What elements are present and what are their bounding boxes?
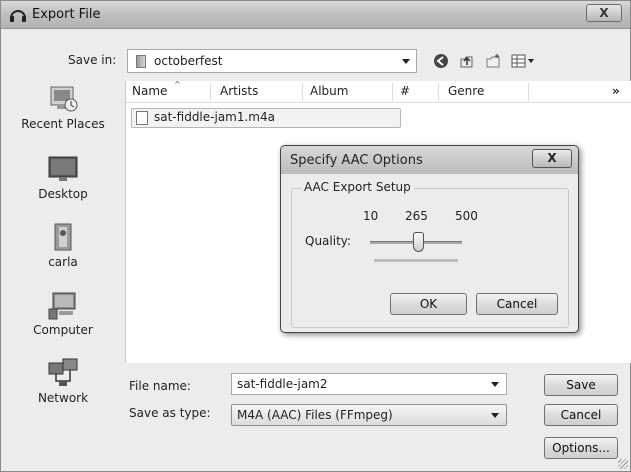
save-as-type-value: M4A (AAC) Files (FFmpeg) <box>237 408 393 422</box>
column-divider <box>392 83 393 101</box>
options-button[interactable]: Options... <box>544 437 618 459</box>
resize-grip[interactable] <box>618 459 628 469</box>
place-label: Computer <box>33 323 93 337</box>
column-divider <box>302 83 303 101</box>
places-sidebar: Recent Places Desktop carla Computer Net… <box>5 77 121 469</box>
new-folder-icon[interactable] <box>485 53 501 69</box>
user-folder-icon <box>45 221 81 253</box>
network-icon <box>45 357 81 389</box>
save-in-label: Save in: <box>68 53 117 67</box>
close-icon: X <box>599 6 609 20</box>
chevron-down-icon <box>402 59 410 64</box>
place-network[interactable]: Network <box>5 357 121 405</box>
column-name[interactable]: Name <box>132 84 167 98</box>
place-label: carla <box>48 255 78 269</box>
aac-export-setup-group: AAC Export Setup 10 265 500 Quality: OK … <box>291 180 569 328</box>
export-file-window: Export File X Save in: octoberfest Recen… <box>0 0 631 472</box>
column-divider <box>438 83 439 101</box>
place-carla[interactable]: carla <box>5 221 121 269</box>
group-label: AAC Export Setup <box>301 180 414 194</box>
quality-slider-thumb[interactable] <box>412 232 424 252</box>
save-in-dropdown[interactable]: octoberfest <box>127 49 417 73</box>
column-album[interactable]: Album <box>310 84 348 98</box>
place-label: Desktop <box>38 187 88 201</box>
column-track-number[interactable]: # <box>400 84 410 98</box>
file-name-field[interactable]: sat-fiddle-jam2 <box>231 373 507 395</box>
folder-icon <box>136 55 146 68</box>
place-desktop[interactable]: Desktop <box>5 153 121 201</box>
view-menu-icon[interactable] <box>511 53 535 69</box>
column-header-row: Name ^ Artists Album # Genre » <box>126 80 631 103</box>
save-in-value: octoberfest <box>154 54 223 68</box>
desktop-icon <box>45 153 81 185</box>
slider-mid-label: 265 <box>405 209 428 223</box>
place-label: Recent Places <box>21 117 105 131</box>
place-recent-places[interactable]: Recent Places <box>5 83 121 131</box>
recent-places-icon <box>45 83 81 115</box>
close-icon: X <box>547 151 557 165</box>
slider-min-label: 10 <box>363 209 379 223</box>
sort-asc-icon: ^ <box>174 80 181 89</box>
column-genre[interactable]: Genre <box>448 84 484 98</box>
slider-max-label: 500 <box>455 209 478 223</box>
computer-icon <box>45 289 81 321</box>
file-name: sat-fiddle-jam1.m4a <box>154 110 275 124</box>
window-title: Export File <box>32 7 101 22</box>
save-as-type-select[interactable]: M4A (AAC) Files (FFmpeg) <box>231 404 507 426</box>
place-computer[interactable]: Computer <box>5 289 121 337</box>
column-divider <box>210 83 211 101</box>
column-divider <box>528 83 529 101</box>
save-as-type-label: Save as type: <box>129 406 211 420</box>
chevron-down-icon[interactable] <box>491 382 499 387</box>
up-folder-icon[interactable] <box>459 53 475 69</box>
file-name-label: File name: <box>129 379 191 393</box>
slider-underline <box>374 259 458 262</box>
cancel-button[interactable]: Cancel <box>544 404 618 426</box>
navigation-toolbar <box>433 52 535 70</box>
place-label: Network <box>37 391 89 405</box>
title-bar[interactable]: Export File X <box>1 1 630 29</box>
file-icon <box>136 111 148 125</box>
quality-label: Quality: <box>305 234 352 248</box>
headphones-icon <box>9 7 27 23</box>
dialog-title-bar[interactable]: Specify AAC Options X <box>281 146 578 174</box>
dialog-title: Specify AAC Options <box>290 153 423 168</box>
file-name-value: sat-fiddle-jam2 <box>237 377 328 391</box>
dialog-close-button[interactable]: X <box>532 149 572 168</box>
more-columns-icon[interactable]: » <box>612 84 620 98</box>
ok-button[interactable]: OK <box>390 293 467 315</box>
back-icon[interactable] <box>433 53 449 69</box>
chevron-down-icon <box>491 413 499 418</box>
column-artists[interactable]: Artists <box>220 84 258 98</box>
list-item[interactable]: sat-fiddle-jam1.m4a <box>131 108 401 128</box>
close-button[interactable]: X <box>586 4 622 22</box>
aac-options-dialog: Specify AAC Options X AAC Export Setup 1… <box>280 145 579 333</box>
save-button[interactable]: Save <box>544 374 618 396</box>
dialog-cancel-button[interactable]: Cancel <box>476 293 558 315</box>
